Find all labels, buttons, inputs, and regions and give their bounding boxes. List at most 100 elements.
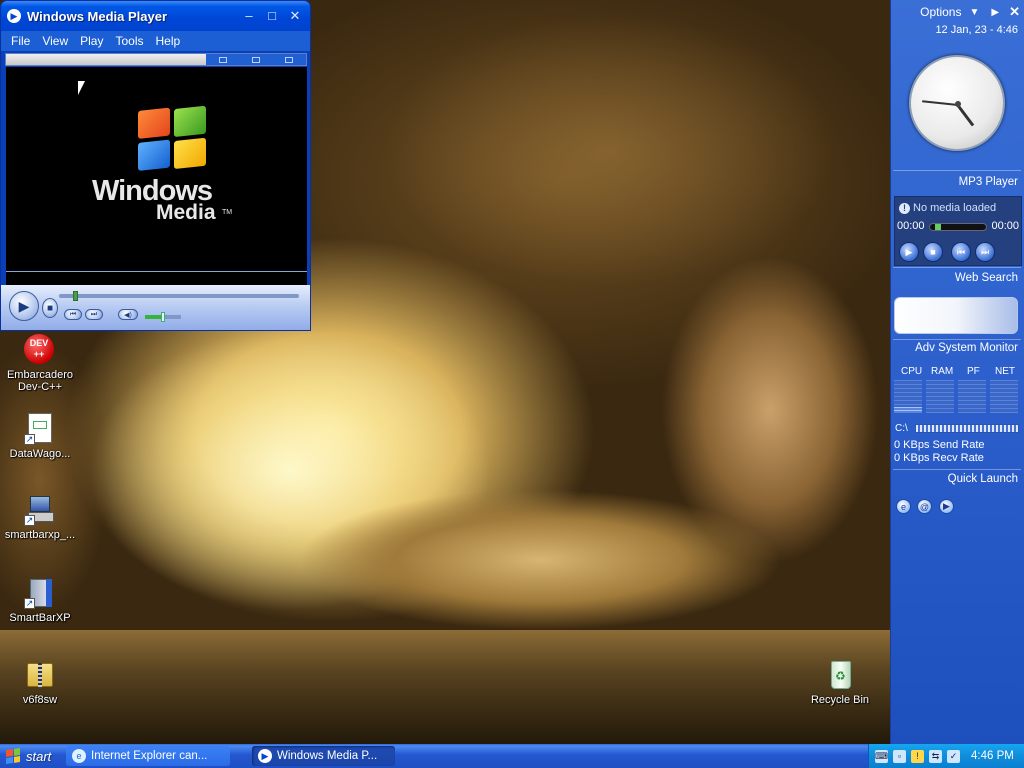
mp3-stop-button[interactable]: ■ — [923, 242, 943, 262]
menu-play[interactable]: Play — [74, 34, 109, 48]
taskbar-item-label: Windows Media P... — [277, 750, 378, 762]
compact-mode-icon[interactable] — [218, 56, 227, 63]
smartbar-sidebar: Options ▼ ▶ ✕ 12 Jan, 23 - 4:46 MP3 Play… — [890, 0, 1024, 744]
mute-button[interactable]: ◀) — [118, 309, 138, 320]
drive-label: C:\ — [895, 423, 908, 434]
analog-clock — [909, 55, 1005, 151]
wmp-titlebar[interactable]: ▶ Windows Media Player – □ ✕ — [1, 1, 310, 31]
network-icon[interactable]: ⇆ — [929, 749, 942, 763]
wmp-title: Windows Media Player — [27, 8, 168, 24]
monitor-label-ram: RAM — [931, 366, 954, 377]
chevron-right-icon[interactable]: ▶ — [991, 7, 999, 18]
desktop-icon-label-line2: Dev-C++ — [17, 381, 63, 393]
zip-folder-icon — [24, 659, 56, 691]
seek-thumb[interactable] — [73, 291, 78, 301]
desktop-icon-smartbarxp-setup[interactable]: ↗ smartbarxp_... — [0, 494, 80, 541]
sidebar-date-time: 12 Jan, 23 - 4:46 — [935, 24, 1018, 36]
security-shield-icon[interactable]: ! — [911, 749, 924, 763]
menu-file[interactable]: File — [5, 34, 36, 48]
desktop-icon-label: smartbarxp_... — [4, 529, 76, 541]
mp3-seek-bar[interactable] — [929, 223, 987, 231]
ram-meter — [926, 380, 954, 413]
start-button[interactable]: start — [0, 744, 62, 768]
wmp-video-area[interactable]: Windows Media TM — [6, 67, 307, 271]
desktop-icon-smartbarxp[interactable]: ↗ SmartBarXP — [0, 577, 80, 624]
desktop-icon-label: Embarcadero — [6, 369, 74, 381]
menu-tools[interactable]: Tools — [109, 34, 149, 48]
system-monitor-title: Adv System Monitor — [915, 342, 1018, 354]
wmp-top-strip — [5, 53, 307, 66]
close-button[interactable]: ✕ — [284, 5, 306, 27]
sidebar-header: Options ▼ ▶ ✕ — [891, 0, 1024, 24]
taskbar-item-internet-explorer[interactable]: e Internet Explorer can... — [66, 746, 230, 766]
menu-view[interactable]: View — [36, 34, 74, 48]
recv-rate: 0 KBps Recv Rate — [894, 452, 984, 464]
mp3-player-panel: ! No media loaded 00:00 00:00 ▶ ■ ⏮ ⏭ — [894, 196, 1022, 266]
volume-slider[interactable] — [145, 312, 181, 322]
close-icon[interactable]: ✕ — [1009, 4, 1020, 20]
document-icon: ↗ — [24, 413, 56, 445]
cpu-meter — [894, 380, 922, 413]
mp3-prev-button[interactable]: ⏮ — [951, 242, 971, 262]
options-button[interactable]: Options — [920, 5, 961, 19]
keyboard-icon[interactable]: ⌨ — [875, 749, 888, 763]
chevron-down-icon[interactable]: ▼ — [969, 7, 979, 18]
wmp-status-bar — [6, 271, 307, 285]
skin-mode-icon[interactable] — [285, 56, 294, 63]
wmp-menubar: File View Play Tools Help — [1, 31, 310, 51]
outlook-express-icon[interactable]: @ — [917, 499, 932, 514]
stop-button[interactable]: ■ — [42, 298, 58, 318]
desktop-icon-label: v6f8sw — [22, 694, 58, 706]
play-button[interactable]: ▶ — [9, 291, 39, 321]
wmp-logo-text2: Media — [156, 201, 216, 224]
wallpaper-sand-dragon — [300, 470, 780, 630]
sidebar-divider — [893, 469, 1021, 470]
recycle-bin-icon: ♻ — [824, 659, 856, 691]
desktop-icon-label: DataWago... — [9, 448, 71, 460]
wmp-transport-controls: ▶ ■ ⏮ ⏭ ◀) — [1, 285, 310, 330]
mp3-status: ! No media loaded — [899, 202, 996, 214]
internet-explorer-icon[interactable]: e — [896, 499, 911, 514]
send-rate: 0 KBps Send Rate — [894, 439, 985, 451]
taskbar-item-windows-media-player[interactable]: ▶ Windows Media P... — [252, 746, 395, 766]
mp3-status-text: No media loaded — [913, 202, 997, 214]
mp3-play-button[interactable]: ▶ — [899, 242, 919, 262]
taskbar-clock[interactable]: 4:46 PM — [971, 750, 1014, 762]
wmp-app-icon: ▶ — [7, 9, 21, 23]
shortcut-arrow-icon: ↗ — [24, 515, 35, 526]
desktop-icon-datawago[interactable]: ↗ DataWago... — [0, 413, 80, 460]
windows-flag-icon — [138, 103, 212, 175]
minimize-button[interactable]: – — [238, 5, 260, 27]
media-player-icon[interactable]: ▶ — [939, 499, 954, 514]
device-icon[interactable]: ▫ — [893, 749, 906, 763]
sidebar-divider — [893, 170, 1021, 171]
monitor-label-cpu: CPU — [901, 366, 923, 377]
previous-button[interactable]: ⏮ — [64, 309, 82, 320]
desktop-icon-devcpp[interactable]: DEV ++ Embarcadero Dev-C++ — [0, 334, 80, 393]
safely-remove-icon[interactable]: ✓ — [947, 749, 960, 763]
monitor-label-pf: PF — [967, 366, 980, 377]
desktop-icon-label: SmartBarXP — [9, 612, 71, 624]
wmp-seek-slider[interactable] — [59, 291, 299, 301]
pf-meter — [958, 380, 986, 413]
drive-usage-bar — [915, 424, 1019, 433]
full-mode-icon[interactable] — [251, 56, 260, 63]
system-tray: ⌨ ▫ ! ⇆ ✓ 4:46 PM — [868, 744, 1024, 768]
clock-minute-hand — [922, 100, 959, 106]
menu-help[interactable]: Help — [150, 34, 187, 48]
smartbar-icon: ↗ — [24, 577, 56, 609]
desktop-icon-recycle-bin[interactable]: ♻ Recycle Bin — [800, 659, 880, 706]
wmp-window: ▶ Windows Media Player – □ ✕ File View P… — [0, 0, 311, 331]
monitor-label-net: NET — [995, 366, 1015, 377]
mp3-time-start: 00:00 — [897, 220, 925, 232]
web-search-input[interactable] — [894, 297, 1018, 334]
mp3-next-button[interactable]: ⏭ — [975, 242, 995, 262]
internet-explorer-icon: e — [72, 749, 86, 763]
volume-thumb[interactable] — [161, 312, 165, 322]
maximize-button[interactable]: □ — [261, 5, 283, 27]
installer-icon: ↗ — [24, 494, 56, 526]
quick-launch-title: Quick Launch — [947, 473, 1018, 485]
desktop-icon-v6f8sw[interactable]: v6f8sw — [0, 659, 80, 706]
wmp-logo-tm: TM — [222, 209, 233, 216]
next-button[interactable]: ⏭ — [85, 309, 103, 320]
